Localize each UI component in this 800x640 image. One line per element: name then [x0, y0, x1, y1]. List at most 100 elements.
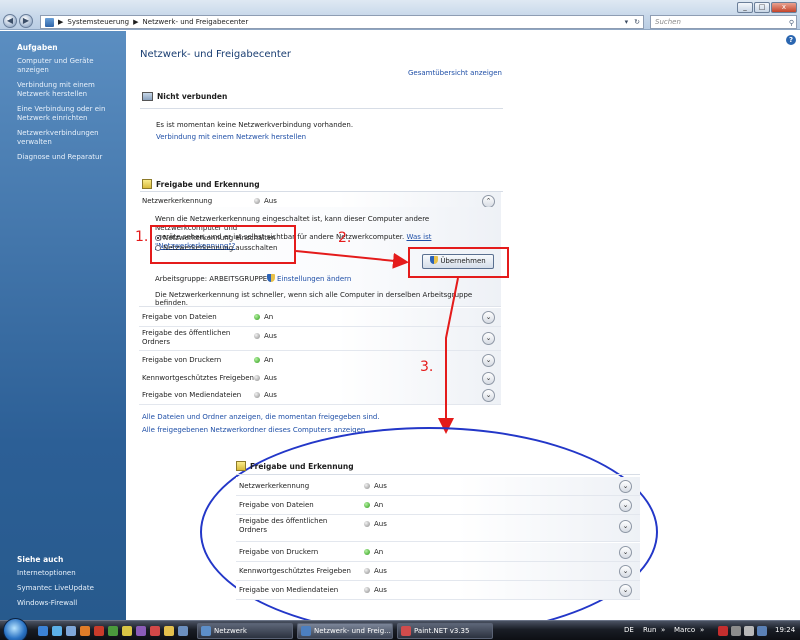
quicklaunch-ie-icon[interactable] [52, 626, 62, 636]
sidebar-link-diagnose[interactable]: Diagnose und Reparatur [17, 153, 122, 162]
control-panel-icon [45, 17, 54, 27]
show-shared-files-link[interactable]: Alle Dateien und Ordner anzeigen, die mo… [142, 413, 380, 421]
expand-chevron-icon[interactable]: ⌄ [482, 354, 495, 367]
status-off-icon [364, 568, 370, 574]
sidebar-see-also: Siehe auch Internetoptionen Symantec Liv… [0, 543, 126, 614]
status: Aus [364, 520, 387, 528]
zoom-row-public-folder: Freigabe des öffentlichen Ordners Aus ⌄ [236, 515, 640, 542]
status: Aus [254, 391, 277, 399]
network-center-icon [301, 626, 311, 636]
breadcrumb-netzwerkcenter[interactable]: Netzwerk- und Freigabecenter [143, 18, 249, 26]
sharing-row-printers[interactable]: Freigabe von Druckern An ⌄ [139, 351, 501, 370]
row-label: Kennwortgeschütztes Freigeben [239, 567, 351, 575]
no-connection-text: Es ist momentan keine Netzwerkverbindung… [156, 121, 354, 129]
task-sidebar: Aufgaben Computer und Geräte anzeigen Ve… [0, 31, 126, 620]
status-text: Aus [264, 391, 277, 399]
sidebar-heading-see-also: Siehe auch [17, 555, 64, 564]
row-label: Freigabe von Mediendateien [142, 391, 242, 399]
sharing-header: Freigabe und Erkennung [142, 179, 260, 189]
tray-app-icon[interactable] [718, 626, 728, 636]
quicklaunch-firefox-icon[interactable] [80, 626, 90, 636]
minimize-button[interactable]: _ [737, 2, 753, 13]
quicklaunch-window-icon[interactable] [66, 626, 76, 636]
toolbar-overflow-icon[interactable]: » [661, 626, 665, 634]
address-dropdown-icon[interactable]: ▾ [625, 18, 629, 26]
quicklaunch-app6-icon[interactable] [178, 626, 188, 636]
expand-chevron-icon[interactable]: ⌄ [482, 311, 495, 324]
status-text: Aus [374, 482, 387, 490]
workgroup-label: Arbeitsgruppe: ARBEITSGRUPPE [155, 275, 268, 283]
expand-chevron-icon[interactable]: ⌄ [482, 372, 495, 385]
quicklaunch-app5-icon[interactable] [164, 626, 174, 636]
clock[interactable]: 19:24 [775, 626, 795, 634]
quicklaunch-app3-icon[interactable] [136, 626, 146, 636]
expand-chevron-icon: ⌄ [619, 565, 632, 578]
forward-button[interactable]: ▶ [19, 14, 33, 28]
sidebar-link-setup-connection[interactable]: Eine Verbindung oder ein Netzwerk einric… [17, 105, 122, 123]
zoom-row-password: Kennwortgeschütztes Freigeben Aus ⌄ [236, 562, 640, 581]
sidebar-link-connect-network[interactable]: Verbindung mit einem Netzwerk herstellen [17, 81, 122, 99]
quicklaunch-folder-icon[interactable] [122, 626, 132, 636]
run-toolbar[interactable]: Run [643, 626, 656, 634]
search-input[interactable]: Suchen ⚲ [650, 15, 797, 29]
status-on-icon [254, 314, 260, 320]
status-on-icon [364, 549, 370, 555]
row-label: Freigabe von Druckern [239, 548, 319, 556]
status-text: Aus [264, 332, 277, 340]
expand-chevron-icon[interactable]: ⌄ [482, 332, 495, 345]
sidebar-link-symantec-liveupdate[interactable]: Symantec LiveUpdate [17, 584, 122, 593]
annotation-step-3: 3. [420, 359, 434, 375]
annotation-step-1: 1. [135, 229, 149, 245]
zoom-sharing-header: Freigabe und Erkennung [236, 461, 354, 471]
sharing-row-media[interactable]: Freigabe von Mediendateien Aus ⌄ [139, 386, 501, 405]
start-button[interactable] [3, 618, 28, 640]
expand-chevron-icon: ⌄ [619, 499, 632, 512]
connect-network-link[interactable]: Verbindung mit einem Netzwerk herstellen [156, 133, 306, 141]
status-text: An [264, 356, 274, 364]
close-button[interactable]: x [771, 2, 797, 13]
expand-chevron-icon: ⌄ [619, 584, 632, 597]
tray-volume-icon[interactable] [744, 626, 754, 636]
show-shared-folders-link[interactable]: Alle freigegebenen Netzwerkordner dieses… [142, 426, 368, 434]
search-icon[interactable]: ⚲ [789, 17, 794, 29]
task-netzwerkcenter[interactable]: Netzwerk- und Freig... [297, 623, 393, 639]
quicklaunch-app4-icon[interactable] [150, 626, 160, 636]
row-label: Freigabe von Mediendateien [239, 586, 339, 594]
row-label: Freigabe von Dateien [142, 313, 217, 321]
toolbar-overflow-icon[interactable]: » [700, 626, 704, 634]
breadcrumb-separator-icon: ▶ [58, 18, 64, 26]
refresh-icon[interactable]: ↻ [634, 18, 640, 26]
sidebar-link-windows-firewall[interactable]: Windows-Firewall [17, 599, 122, 608]
status: Aus [364, 586, 387, 594]
quicklaunch-app2-icon[interactable] [108, 626, 118, 636]
tray-network-icon[interactable] [731, 626, 741, 636]
address-bar[interactable]: ▶ Systemsteuerung ▶ Netzwerk- und Freiga… [40, 15, 644, 29]
divider [140, 108, 503, 109]
language-indicator[interactable]: DE [624, 626, 634, 634]
zoom-sharing-title: Freigabe und Erkennung [250, 461, 354, 471]
status-off-icon [364, 587, 370, 593]
status: An [364, 548, 383, 556]
sharing-row-files[interactable]: Freigabe von Dateien An ⌄ [139, 308, 501, 327]
overview-link[interactable]: Gesamtübersicht anzeigen [408, 69, 502, 77]
not-connected-header: Nicht verbunden [142, 92, 227, 101]
maximize-button[interactable]: □ [754, 2, 770, 13]
breadcrumb-systemsteuerung[interactable]: Systemsteuerung [67, 18, 129, 26]
sidebar-link-show-devices[interactable]: Computer und Geräte anzeigen [17, 57, 122, 75]
user-toolbar[interactable]: Marco [674, 626, 695, 634]
back-button[interactable]: ◀ [3, 14, 17, 28]
help-icon[interactable]: ? [786, 35, 796, 45]
sidebar-link-internet-options[interactable]: Internetoptionen [17, 569, 122, 578]
quicklaunch-app-icon[interactable] [94, 626, 104, 636]
task-paintnet[interactable]: Paint.NET v3.35 [397, 623, 493, 639]
sidebar-link-manage-connections[interactable]: Netzwerkverbindungen verwalten [17, 129, 122, 147]
status: Aus [364, 567, 387, 575]
task-netzwerk[interactable]: Netzwerk [197, 623, 293, 639]
tray-security-icon[interactable] [757, 626, 767, 636]
quicklaunch-desktop-icon[interactable] [38, 626, 48, 636]
window-controls: _ □ x [737, 2, 797, 13]
expand-chevron-icon[interactable]: ⌄ [482, 389, 495, 402]
status: An [254, 313, 273, 321]
change-settings-link[interactable]: Einstellungen ändern [267, 274, 351, 283]
sharing-row-public-folder[interactable]: Freigabe des öffentlichen Ordners Aus ⌄ [139, 327, 501, 351]
